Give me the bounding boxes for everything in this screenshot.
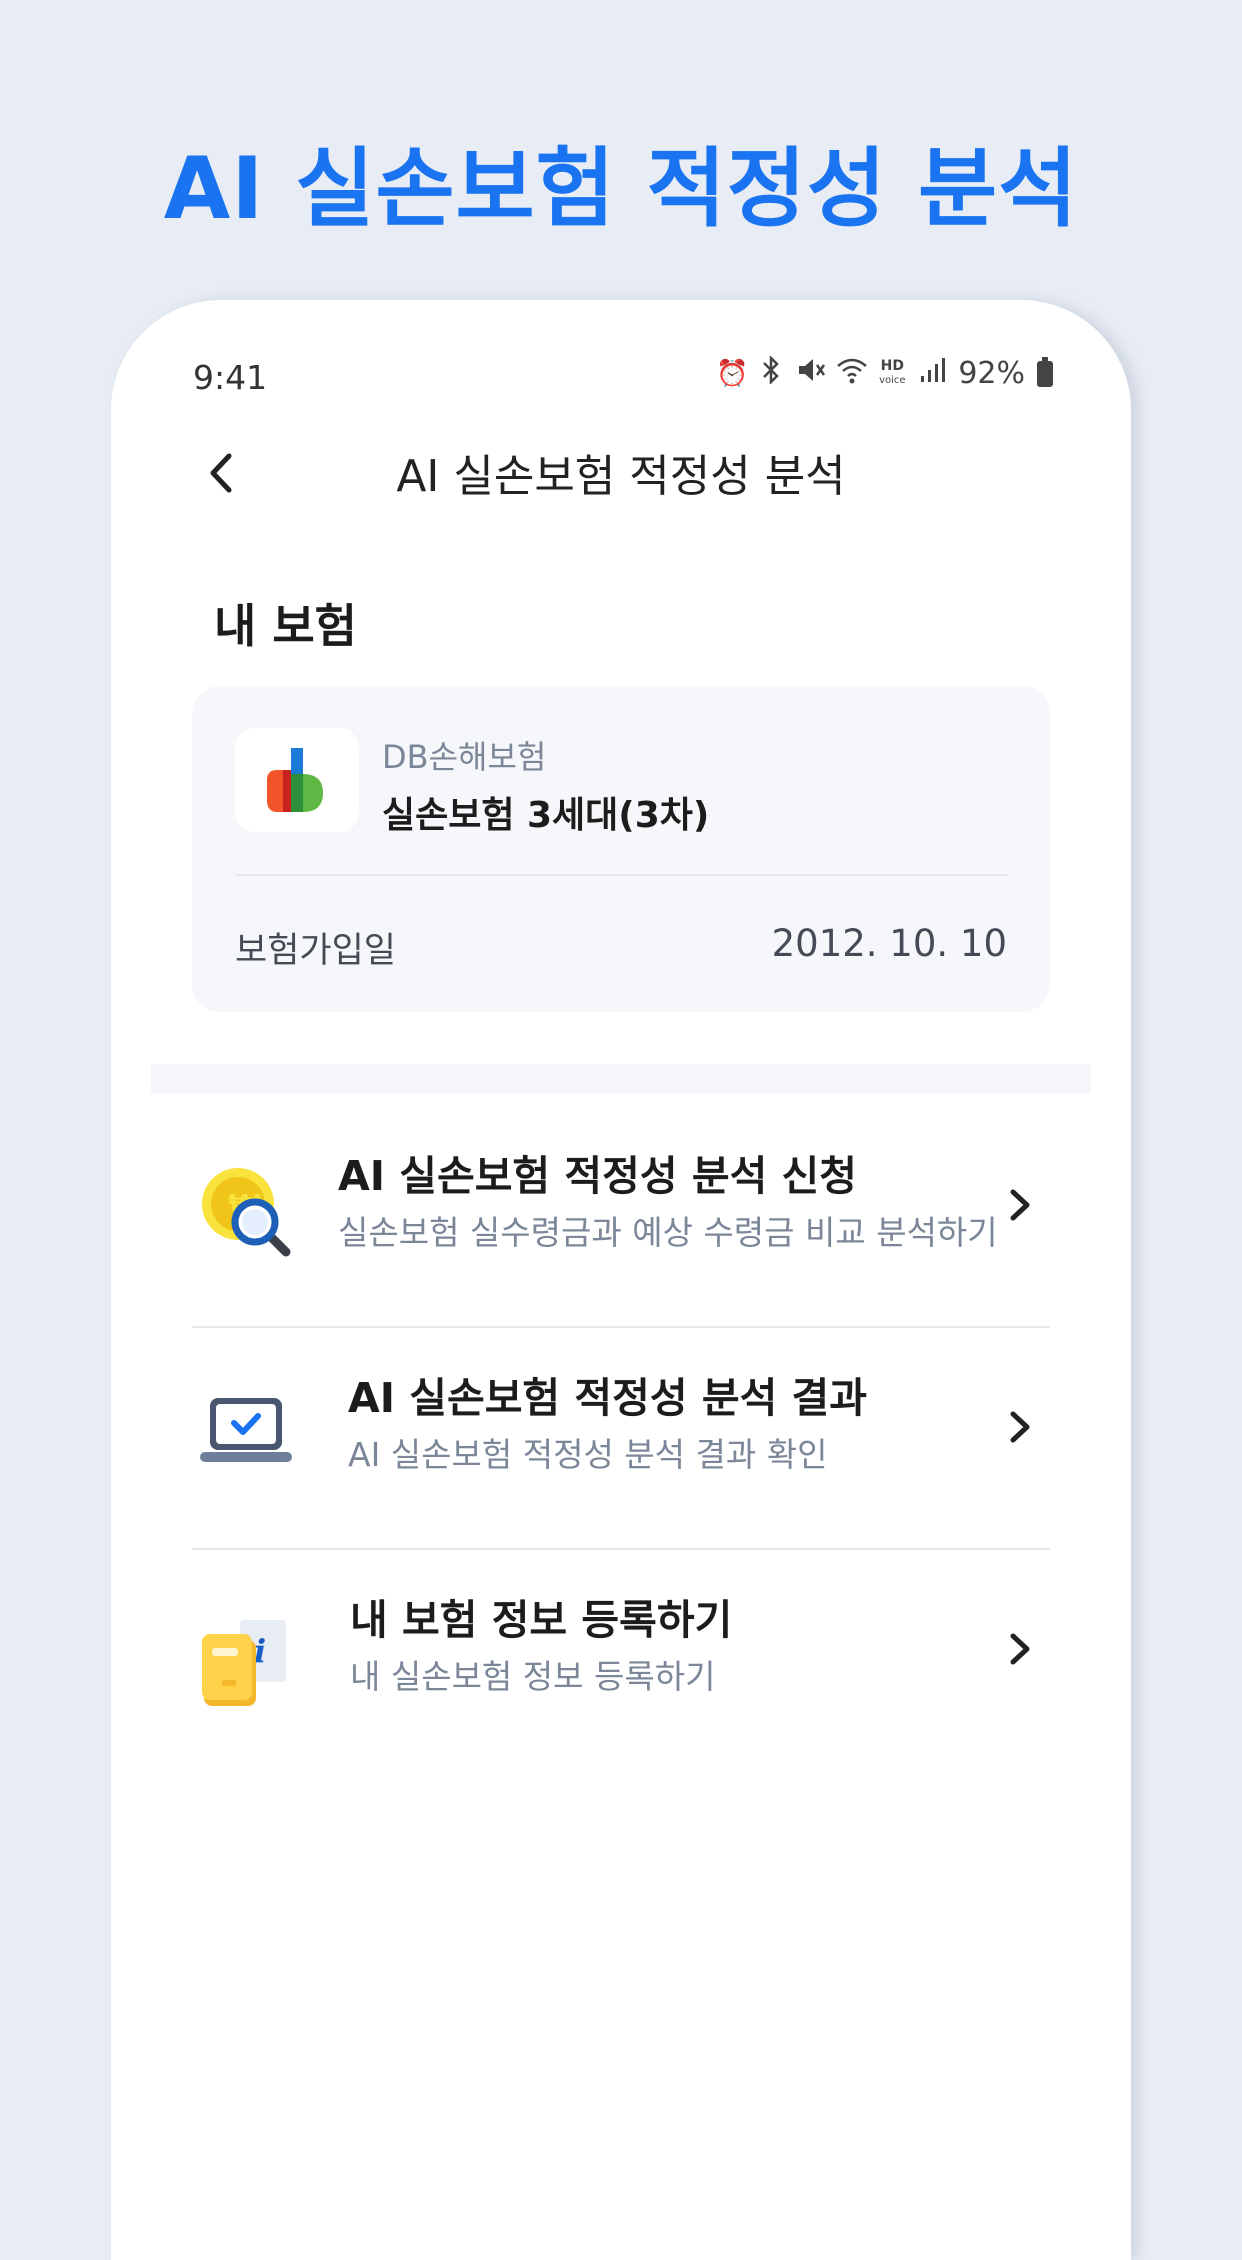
insurance-product: 실손보험 3세대(3차) — [382, 795, 710, 836]
hd-voice-icon: HD voice — [876, 358, 908, 387]
chevron-right-icon — [1010, 1189, 1030, 1221]
coin-magnifier-icon: ₩ — [200, 1166, 296, 1266]
menu-item-title: AI 실손보험 적정성 분석 결과 — [348, 1374, 868, 1422]
battery-percent: 92% — [958, 356, 1025, 391]
mute-icon — [796, 356, 826, 391]
voice-label: voice — [879, 375, 906, 386]
wifi-icon — [836, 356, 868, 391]
hd-label: HD — [880, 358, 904, 374]
alarm-icon: ⏰ — [716, 358, 749, 389]
chevron-right-icon — [1010, 1633, 1030, 1665]
menu-item-subtitle: 내 실손보험 정보 등록하기 — [350, 1657, 716, 1696]
menu-item-register-insurance[interactable]: i 내 보험 정보 등록하기 내 실손보험 정보 등록하기 — [192, 1550, 1050, 1770]
chevron-right-icon — [1010, 1411, 1030, 1443]
db-insurance-logo — [235, 728, 359, 832]
section-title-my-insurance: 내 보험 — [214, 599, 357, 653]
signal-icon — [918, 356, 948, 391]
insurance-company: DB손해보험 — [382, 738, 547, 776]
status-time: 9:41 — [193, 358, 268, 397]
section-separator — [151, 1064, 1091, 1094]
menu-item-analysis-result[interactable]: AI 실손보험 적정성 분석 결과 AI 실손보험 적정성 분석 결과 확인 — [192, 1328, 1050, 1548]
insurance-card[interactable]: DB손해보험 실손보험 3세대(3차) 보험가입일 2012. 10. 10 — [192, 686, 1050, 1012]
menu-item-subtitle: 실손보험 실수령금과 예상 수령금 비교 분석하기 — [338, 1213, 998, 1252]
menu-item-apply-analysis[interactable]: ₩ AI 실손보험 적정성 분석 신청 실손보험 실수령금과 예상 수령금 비교… — [192, 1106, 1050, 1326]
card-divider — [235, 874, 1009, 876]
page-title: AI 실손보험 적정성 분석 — [396, 451, 846, 502]
menu-item-title: 내 보험 정보 등록하기 — [350, 1596, 733, 1644]
bluetooth-icon — [756, 354, 786, 391]
laptop-check-icon — [200, 1390, 292, 1474]
battery-icon — [1037, 356, 1053, 387]
menu-item-subtitle: AI 실손보험 적정성 분석 결과 확인 — [348, 1435, 828, 1474]
menu-item-title: AI 실손보험 적정성 분석 신청 — [338, 1152, 858, 1200]
document-info-icon: i — [200, 1618, 290, 1712]
promo-title: AI 실손보험 적정성 분석 — [163, 139, 1079, 239]
status-icons: ⏰ HD voice 92% — [716, 354, 1053, 391]
join-date-label: 보험가입일 — [235, 931, 397, 971]
join-date-value: 2012. 10. 10 — [771, 922, 1007, 965]
phone-screen: 9:41 ⏰ HDvoice 92% AI 실손보험 적정성 분석 내 보험 — [111, 300, 1131, 2260]
